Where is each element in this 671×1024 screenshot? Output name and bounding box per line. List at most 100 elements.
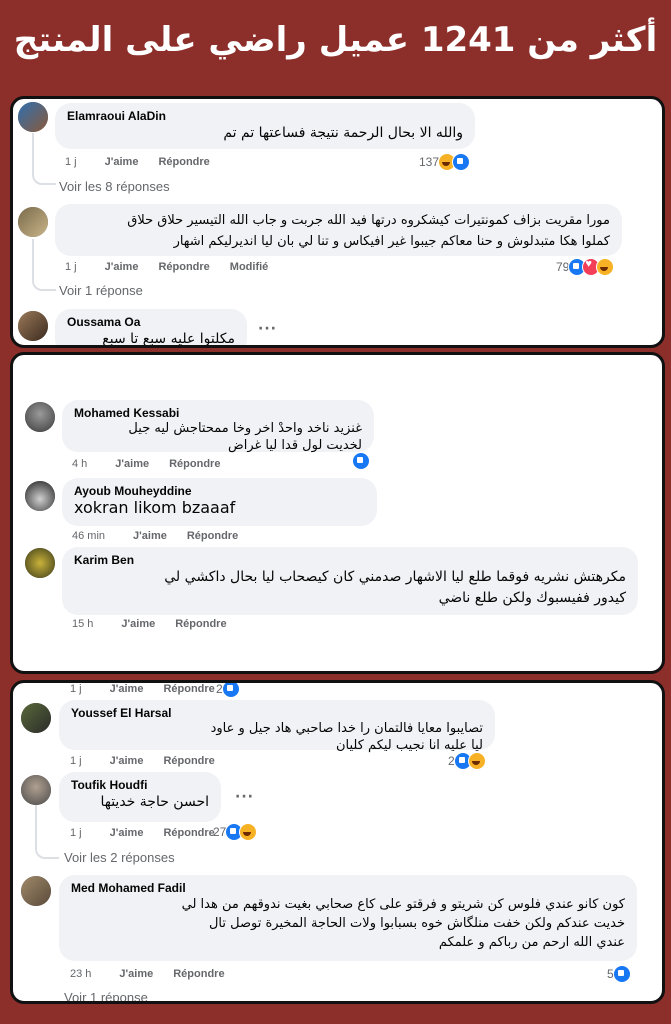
comment-text: غنزيد ناخد واحدْ اخر وخا ممحتاجش ليه جيل… xyxy=(128,421,362,453)
like-link[interactable]: J'aime xyxy=(105,156,139,168)
reply-link[interactable]: Répondre xyxy=(175,618,226,630)
comment-actions: 4 h J'aime Répondre xyxy=(72,458,230,470)
thread-line xyxy=(35,805,59,859)
comment-author[interactable]: Elamraoui AlaDin xyxy=(67,109,463,123)
comment-text: والله الا بحال الرحمة نتيجة فساعتها تم ت… xyxy=(223,125,463,141)
comment-time: 1 j xyxy=(70,755,82,767)
comment-time: 1 j xyxy=(65,156,77,168)
headline: أكثر من 1241 عميل راضي على المنتج xyxy=(13,20,658,60)
more-options-icon[interactable]: ··· xyxy=(258,321,277,337)
like-reaction-icon xyxy=(452,153,471,171)
reply-link[interactable]: Répondre xyxy=(173,968,224,980)
modified-label: Modifié xyxy=(229,261,269,273)
comment-text: مكرهتش نشريه فوقما طلع ليا الاشهار صدمني… xyxy=(164,569,626,606)
reaction-summary[interactable]: 137 xyxy=(419,153,471,171)
haha-reaction-icon xyxy=(596,258,615,276)
more-options-icon[interactable]: ··· xyxy=(235,789,254,805)
haha-reaction-icon xyxy=(467,752,486,770)
like-link[interactable]: J'aime xyxy=(119,968,153,980)
reply-link[interactable]: Répondre xyxy=(169,458,220,470)
comment-author[interactable]: Oussama Oa xyxy=(67,315,235,329)
view-replies-link[interactable]: Voir les 2 réponses xyxy=(64,850,175,865)
thread-line xyxy=(32,239,56,291)
reply-link[interactable]: Répondre xyxy=(158,156,209,168)
avatar[interactable] xyxy=(21,775,51,805)
view-replies-link[interactable]: Voir les 8 réponses xyxy=(59,179,170,194)
comment-bubble: مورا مقريت بزاف كمونتيرات كيشكروه درتها … xyxy=(55,204,622,256)
like-reaction-icon xyxy=(612,965,631,983)
like-link[interactable]: J'aime xyxy=(110,755,144,767)
reaction-summary[interactable]: 5 xyxy=(607,965,631,983)
comment-time: 4 h xyxy=(72,458,88,470)
comment-time: 15 h xyxy=(72,618,94,630)
avatar[interactable] xyxy=(18,102,48,132)
avatar[interactable] xyxy=(25,481,55,511)
reaction-count: 79 xyxy=(556,260,570,274)
reaction-summary[interactable] xyxy=(352,452,370,470)
comments-panel-1: Elamraoui AlaDin والله الا بحال الرحمة ن… xyxy=(10,96,665,348)
comment-actions: 1 j J'aime Répondre xyxy=(70,683,225,695)
comment-bubble: Youssef El Harsal تصايبوا معايا فالتمان … xyxy=(59,700,495,753)
like-reaction-icon xyxy=(221,683,240,698)
comment-author[interactable]: Ayoub Mouheyddine xyxy=(74,484,365,498)
comment-text: كون كانو عندي فلوس كن شريتو و فرقتو على … xyxy=(181,897,625,950)
avatar[interactable] xyxy=(18,207,48,237)
comment-author[interactable]: Mohamed Kessabi xyxy=(74,406,362,420)
comment-text: مورا مقريت بزاف كمونتيرات كيشكروه درتها … xyxy=(127,213,610,249)
comment-text: احسن حاجة خديتها xyxy=(100,794,209,810)
avatar[interactable] xyxy=(21,703,51,733)
comment-time: 23 h xyxy=(70,968,92,980)
reply-link[interactable]: Répondre xyxy=(158,261,209,273)
thread-line xyxy=(32,133,56,185)
comment-actions: 1 j J'aime Répondre Modifié xyxy=(65,261,278,273)
like-link[interactable]: J'aime xyxy=(115,458,149,470)
comment-actions: 15 h J'aime Répondre xyxy=(72,618,237,630)
comment-actions: 23 h J'aime Répondre xyxy=(70,968,235,980)
avatar[interactable] xyxy=(21,876,51,906)
view-replies-link[interactable]: Voir 1 réponse xyxy=(59,283,143,298)
comment-actions: 1 j J'aime Répondre xyxy=(70,755,225,767)
comments-panel-2: Mohamed Kessabi غنزيد ناخد واحدْ اخر وخا… xyxy=(10,352,665,674)
comment-author[interactable]: Karim Ben xyxy=(74,553,626,567)
like-reaction-icon xyxy=(352,452,370,470)
comment-text: تصايبوا معايا فالتمان را خدا صاحبي هاد ج… xyxy=(210,721,483,753)
like-link[interactable]: J'aime xyxy=(105,261,139,273)
like-link[interactable]: J'aime xyxy=(133,530,167,542)
comment-bubble: Oussama Oa مكلتوا عليه سبع تا سبع xyxy=(55,309,247,345)
reaction-summary[interactable]: 2 xyxy=(216,683,240,698)
comment-time: 46 min xyxy=(72,530,106,542)
comment-time: 1 j xyxy=(70,827,82,839)
comment-actions: 46 min J'aime Répondre xyxy=(72,530,248,542)
reply-link[interactable]: Répondre xyxy=(187,530,238,542)
comment-bubble: Med Mohamed Fadil كون كانو عندي فلوس كن … xyxy=(59,875,637,961)
reply-link[interactable]: Répondre xyxy=(163,827,214,839)
comment-actions: 1 j J'aime Répondre xyxy=(70,827,225,839)
reply-link[interactable]: Répondre xyxy=(163,755,214,767)
comment-time: 1 j xyxy=(65,261,77,273)
reaction-summary[interactable]: 2 xyxy=(448,752,486,770)
reaction-count: 137 xyxy=(419,155,440,169)
comments-panel-3: 1 j J'aime Répondre 2 Youssef El Harsal تص… xyxy=(10,680,665,1004)
reaction-summary[interactable]: 27 xyxy=(213,823,258,841)
comment-text: xokran likom bzaaaf xyxy=(74,498,236,517)
like-link[interactable]: J'aime xyxy=(110,827,144,839)
haha-reaction-icon xyxy=(239,823,258,841)
comment-bubble: Toufik Houdfi احسن حاجة خديتها xyxy=(59,772,221,822)
reaction-summary[interactable]: 79 xyxy=(556,258,615,276)
avatar[interactable] xyxy=(25,402,55,432)
comment-author[interactable]: Youssef El Harsal xyxy=(71,706,483,720)
like-link[interactable]: J'aime xyxy=(110,683,144,695)
view-replies-link[interactable]: Voir 1 réponse xyxy=(64,990,148,1001)
comment-bubble: Ayoub Mouheyddine xokran likom bzaaaf xyxy=(62,478,377,526)
avatar[interactable] xyxy=(18,311,48,341)
comment-bubble: Karim Ben مكرهتش نشريه فوقما طلع ليا الا… xyxy=(62,547,638,615)
comment-author[interactable]: Med Mohamed Fadil xyxy=(71,881,625,895)
comment-bubble: Mohamed Kessabi غنزيد ناخد واحدْ اخر وخا… xyxy=(62,400,374,453)
comment-author[interactable]: Toufik Houdfi xyxy=(71,778,209,792)
avatar[interactable] xyxy=(25,548,55,578)
reply-link[interactable]: Répondre xyxy=(163,683,214,695)
like-link[interactable]: J'aime xyxy=(121,618,155,630)
reaction-count: 27 xyxy=(213,825,227,839)
comment-actions: 1 j J'aime Répondre xyxy=(65,156,220,168)
comment-time: 1 j xyxy=(70,683,82,695)
